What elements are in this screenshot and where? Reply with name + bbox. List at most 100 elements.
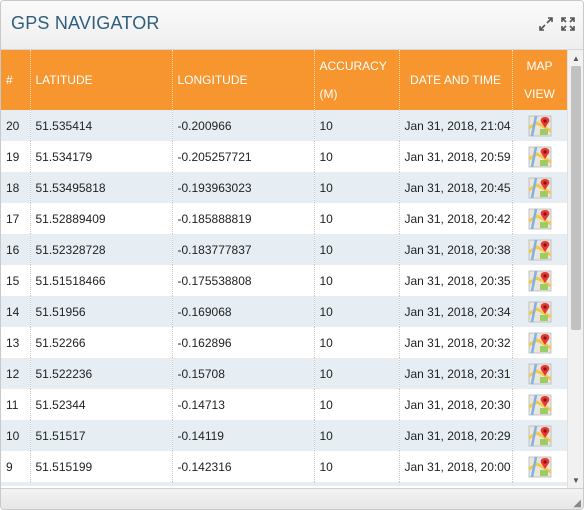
scroll-down-arrow-icon[interactable]: ▼ bbox=[568, 474, 583, 488]
cell-longitude: -0.162896 bbox=[172, 327, 315, 358]
cell-number: 18 bbox=[1, 172, 31, 203]
expand-icon[interactable] bbox=[560, 16, 576, 32]
map-pin-icon[interactable] bbox=[527, 207, 552, 231]
widget-footer: ◢ bbox=[1, 488, 583, 509]
table-row[interactable]: 13 51.52266 -0.162896 10 Jan 31, 2018, 20:32 bbox=[1, 327, 567, 358]
col-header-latitude[interactable]: LATITUDE bbox=[30, 50, 173, 110]
table-row[interactable]: 11 51.52344 -0.14713 10 Jan 31, 2018, 20:30 bbox=[1, 389, 567, 420]
col-header-map-line2: VIEW bbox=[524, 87, 555, 101]
table-row[interactable]: 17 51.52889409 -0.185888819 10 Jan 31, 2018,… bbox=[1, 203, 567, 234]
gps-navigator-widget: GPS NAVIGATOR # LATITUDE LONGITUDE ACCUR… bbox=[0, 0, 584, 510]
table-row[interactable]: 9 51.515199 -0.142316 10 Jan 31, 2018, 20:00 bbox=[1, 451, 567, 482]
cell-accuracy: 10 bbox=[314, 327, 400, 358]
cell-date-time: Jan 31, 2018, 20:00 bbox=[399, 451, 513, 482]
table-row[interactable]: 15 51.51518466 -0.175538808 10 Jan 31, 2018,… bbox=[1, 265, 567, 296]
map-pin-icon[interactable] bbox=[527, 455, 552, 479]
col-header-longitude[interactable]: LONGITUDE bbox=[172, 50, 315, 110]
map-pin-icon[interactable] bbox=[527, 114, 552, 138]
cell-map-view bbox=[512, 327, 567, 358]
cell-map-view bbox=[512, 420, 567, 451]
cell-number: 13 bbox=[1, 327, 31, 358]
gps-table-container: # LATITUDE LONGITUDE ACCURACY (M) DATE A… bbox=[1, 50, 567, 486]
cell-accuracy: 10 bbox=[314, 265, 400, 296]
cell-accuracy: 10 bbox=[314, 389, 400, 420]
cell-map-view bbox=[512, 141, 567, 172]
gps-table: # LATITUDE LONGITUDE ACCURACY (M) DATE A… bbox=[1, 50, 567, 486]
cell-map-view bbox=[512, 358, 567, 389]
table-row[interactable]: 10 51.51517 -0.14119 10 Jan 31, 2018, 20:29 bbox=[1, 420, 567, 451]
table-row[interactable]: 19 51.534179 -0.205257721 10 Jan 31, 2018, 2… bbox=[1, 141, 567, 172]
cell-date-time: Jan 31, 2018, 20:38 bbox=[399, 234, 513, 265]
map-pin-icon[interactable] bbox=[527, 393, 552, 417]
cell-date-time: Jan 31, 2018, 20:30 bbox=[399, 389, 513, 420]
cell-latitude: 51.52266 bbox=[30, 327, 173, 358]
cell-number: 11 bbox=[1, 389, 31, 420]
cell-latitude: 51.515199 bbox=[30, 451, 173, 482]
cell-date-time: Jan 31, 2018, 20:42 bbox=[399, 203, 513, 234]
cell-accuracy: 10 bbox=[314, 451, 400, 482]
cell-latitude: 51.51956 bbox=[30, 296, 173, 327]
map-pin-icon[interactable] bbox=[527, 424, 552, 448]
cell-map-view bbox=[512, 172, 567, 203]
cell-latitude: 51.535414 bbox=[30, 110, 173, 141]
cell-number: 16 bbox=[1, 234, 31, 265]
cell-number: 14 bbox=[1, 296, 31, 327]
cell-date-time: Jan 31, 2018, 20:31 bbox=[399, 358, 513, 389]
map-pin-icon[interactable] bbox=[527, 269, 552, 293]
map-pin-icon[interactable] bbox=[527, 331, 552, 355]
col-header-map-view[interactable]: MAP VIEW bbox=[512, 50, 567, 110]
table-row[interactable]: 18 51.53495818 -0.193963023 10 Jan 31, 2018,… bbox=[1, 172, 567, 203]
cell-accuracy: 10 bbox=[314, 296, 400, 327]
cell-date-time: Jan 31, 2018, 21:04 bbox=[399, 110, 513, 141]
cell-map-view bbox=[512, 451, 567, 482]
col-header-accuracy[interactable]: ACCURACY (M) bbox=[314, 50, 400, 110]
cell-longitude: -0.193963023 bbox=[172, 172, 315, 203]
cell-accuracy: 10 bbox=[314, 203, 400, 234]
map-pin-icon[interactable] bbox=[527, 238, 552, 262]
cell-latitude bbox=[30, 482, 173, 486]
cell-number: 17 bbox=[1, 203, 31, 234]
table-row[interactable]: 20 51.535414 -0.200966 10 Jan 31, 2018, 21:0… bbox=[1, 110, 567, 141]
cell-latitude: 51.51518466 bbox=[30, 265, 173, 296]
map-pin-icon[interactable] bbox=[527, 176, 552, 200]
cell-date-time bbox=[399, 482, 513, 486]
col-header-number[interactable]: # bbox=[1, 50, 31, 110]
cell-latitude: 51.534179 bbox=[30, 141, 173, 172]
cell-latitude: 51.51517 bbox=[30, 420, 173, 451]
cell-latitude: 51.52889409 bbox=[30, 203, 173, 234]
restore-icon[interactable] bbox=[538, 16, 554, 32]
cell-date-time: Jan 31, 2018, 20:29 bbox=[399, 420, 513, 451]
vertical-scrollbar[interactable]: ▲ ▼ bbox=[567, 50, 583, 488]
scrollbar-thumb[interactable] bbox=[571, 66, 581, 330]
table-row[interactable] bbox=[1, 482, 567, 486]
cell-map-view bbox=[512, 234, 567, 265]
map-pin-icon[interactable] bbox=[527, 362, 552, 386]
table-header-row: # LATITUDE LONGITUDE ACCURACY (M) DATE A… bbox=[1, 50, 567, 110]
col-header-accuracy-line2: (M) bbox=[319, 87, 338, 101]
cell-latitude: 51.52344 bbox=[30, 389, 173, 420]
cell-map-view bbox=[512, 389, 567, 420]
cell-map-view bbox=[512, 296, 567, 327]
col-header-date-time[interactable]: DATE AND TIME bbox=[399, 50, 513, 110]
col-header-map-line1: MAP bbox=[526, 59, 553, 73]
cell-latitude: 51.52328728 bbox=[30, 234, 173, 265]
map-pin-icon[interactable] bbox=[528, 486, 552, 487]
cell-date-time: Jan 31, 2018, 20:45 bbox=[399, 172, 513, 203]
resize-grip-icon[interactable]: ◢ bbox=[573, 498, 581, 509]
cell-number: 12 bbox=[1, 358, 31, 389]
cell-number: 15 bbox=[1, 265, 31, 296]
cell-number: 9 bbox=[1, 451, 31, 482]
cell-accuracy: 10 bbox=[314, 358, 400, 389]
cell-map-view bbox=[512, 265, 567, 296]
cell-longitude: -0.15708 bbox=[172, 358, 315, 389]
table-row[interactable]: 12 51.522236 -0.15708 10 Jan 31, 2018, 20:31 bbox=[1, 358, 567, 389]
scroll-up-arrow-icon[interactable]: ▲ bbox=[568, 52, 583, 66]
cell-longitude: -0.200966 bbox=[172, 110, 315, 141]
map-pin-icon[interactable] bbox=[527, 145, 552, 169]
cell-latitude: 51.53495818 bbox=[30, 172, 173, 203]
cell-map-view bbox=[512, 203, 567, 234]
map-pin-icon[interactable] bbox=[527, 300, 552, 324]
cell-latitude: 51.522236 bbox=[30, 358, 173, 389]
table-row[interactable]: 14 51.51956 -0.169068 10 Jan 31, 2018, 20:34 bbox=[1, 296, 567, 327]
table-row[interactable]: 16 51.52328728 -0.183777837 10 Jan 31, 2018,… bbox=[1, 234, 567, 265]
